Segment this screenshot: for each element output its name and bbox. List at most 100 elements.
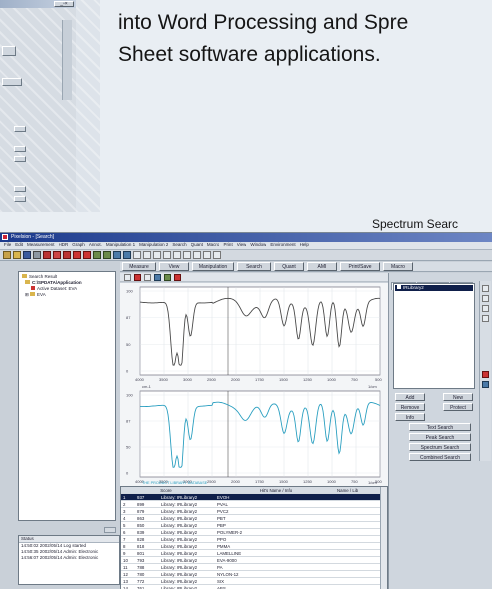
log-scroll-arrow[interactable]: [104, 527, 116, 533]
library-list-item[interactable]: IRLibrary2: [395, 285, 473, 291]
mode-view[interactable]: View: [159, 262, 189, 271]
new-icon[interactable]: [3, 251, 11, 259]
paste-icon[interactable]: [63, 251, 71, 259]
next-icon[interactable]: [203, 251, 211, 259]
bg-field-4[interactable]: [14, 186, 26, 192]
table-row[interactable]: 2 899 Library: IRLibrary2 PVAL: [121, 501, 387, 508]
menu-help[interactable]: Help: [300, 242, 309, 249]
combined-search-button[interactable]: Combined Search: [409, 453, 471, 461]
mode-search[interactable]: Search: [237, 262, 271, 271]
mode-measure[interactable]: Measure: [122, 262, 156, 271]
zoom-out-icon[interactable]: [83, 251, 91, 259]
peak-icon[interactable]: [103, 251, 111, 259]
chart-icon[interactable]: [93, 251, 101, 259]
tool-pointer-icon[interactable]: [482, 285, 489, 292]
table-row[interactable]: 4 863 Library: IRLibrary2 PBT: [121, 515, 387, 522]
layout-icon[interactable]: [164, 274, 171, 281]
col-header-index[interactable]: [121, 487, 135, 493]
bg-field-5[interactable]: [14, 196, 26, 202]
menu-quant[interactable]: Quant: [191, 242, 203, 249]
tool-color-icon[interactable]: [482, 381, 489, 388]
bg-field-1[interactable]: [14, 126, 26, 132]
table-row[interactable]: 9 801 Library: IRLibrary2 LAMELLINE: [121, 550, 387, 557]
range-icon[interactable]: [144, 274, 151, 281]
menu-macro[interactable]: Macro: [207, 242, 220, 249]
menu-search[interactable]: Search: [172, 242, 186, 249]
table-cell: Library: IRLibrary2: [161, 551, 198, 556]
library-list[interactable]: IRLibrary2: [393, 283, 475, 389]
col-header-name[interactable]: Hit's Name / Info: [215, 487, 335, 493]
marker-icon[interactable]: [124, 274, 131, 281]
bg-window-controls[interactable]: _▫×: [54, 1, 74, 7]
open-icon[interactable]: [13, 251, 21, 259]
protect-button[interactable]: Protect: [443, 403, 473, 411]
redo-icon[interactable]: [143, 251, 151, 259]
menu-edit[interactable]: Edit: [15, 242, 23, 249]
bg-field-3[interactable]: [14, 156, 26, 162]
menu-file[interactable]: File: [4, 242, 11, 249]
table-row[interactable]: 7 828 Library: IRLibrary2 PPO: [121, 536, 387, 543]
mode-print-save[interactable]: Print/Save: [340, 262, 380, 271]
menu-annot[interactable]: Annot.: [89, 242, 102, 249]
tool-pan-icon[interactable]: [482, 305, 489, 312]
cut-icon[interactable]: [43, 251, 51, 259]
tree-item-eva[interactable]: ⊞ EVA: [25, 292, 46, 298]
table-row[interactable]: 11 788 Library: IRLibrary2 PA: [121, 564, 387, 571]
previous-icon[interactable]: [193, 251, 201, 259]
table-row[interactable]: 12 780 Library: IRLibrary2 NYLON-12: [121, 571, 387, 578]
table-row[interactable]: 1 937 Library: IRLibrary2 EVOH: [121, 494, 387, 501]
menu-print[interactable]: Print: [223, 242, 232, 249]
zoom-in-icon[interactable]: [73, 251, 81, 259]
results-table[interactable]: Score Hit's Name / Info Name / Lib 1 937 L…: [120, 486, 388, 589]
spectrum-search-button[interactable]: Spectrum Search: [409, 443, 471, 451]
text-search-button[interactable]: Text Search: [409, 423, 471, 431]
menu-measurement[interactable]: Measurement: [27, 242, 55, 249]
tool-label-icon[interactable]: [482, 315, 489, 322]
table-row[interactable]: 10 793 Library: IRLibrary2 EVA-9000: [121, 557, 387, 564]
mode-macro[interactable]: Macro: [383, 262, 413, 271]
menu-window[interactable]: Window: [250, 242, 266, 249]
grid-icon[interactable]: [153, 251, 161, 259]
refresh-icon[interactable]: [213, 251, 221, 259]
mode-manipulation[interactable]: Manipulation: [192, 262, 234, 271]
mode-quant[interactable]: Quant: [274, 262, 304, 271]
spectra-svg[interactable]: 4000 3500 3000 2500 2000 1750 1500 1250 1000 750 5…: [120, 283, 388, 486]
col-header-score[interactable]: Score: [135, 487, 195, 493]
table-row[interactable]: 13 772 Library: IRLibrary2 SIX: [121, 578, 387, 585]
table-row[interactable]: 8 818 Library: IRLibrary2 PMMA: [121, 543, 387, 550]
overlay-icon[interactable]: [123, 251, 131, 259]
color-icon[interactable]: [174, 274, 181, 281]
menu-hdr[interactable]: HDR: [59, 242, 69, 249]
copy-icon[interactable]: [53, 251, 61, 259]
peak-label-icon[interactable]: [134, 274, 141, 281]
scale-icon[interactable]: [173, 251, 181, 259]
save-icon[interactable]: [23, 251, 31, 259]
menu-graph[interactable]: Graph: [72, 242, 85, 249]
tool-zoom-icon[interactable]: [482, 295, 489, 302]
table-row[interactable]: 5 850 Library: IRLibrary2 PBP: [121, 522, 387, 529]
tool-marker-icon[interactable]: [482, 371, 489, 378]
peak-search-button[interactable]: Peak Search: [409, 433, 471, 441]
cursor-icon[interactable]: [163, 251, 171, 259]
table-row[interactable]: 6 839 Library: IRLibrary2 POLYMER-2: [121, 529, 387, 536]
col-header-lib[interactable]: Name / Lib: [335, 487, 375, 493]
fit-icon[interactable]: [183, 251, 191, 259]
new-button[interactable]: New: [443, 393, 473, 401]
table-row[interactable]: 3 879 Library: IRLibrary2 PVC2: [121, 508, 387, 515]
compare-icon[interactable]: [154, 274, 161, 281]
table-row[interactable]: 14 761 Library: IRLibrary2 ABS: [121, 585, 387, 589]
info-button[interactable]: Info: [395, 413, 425, 421]
table-scrollbar[interactable]: [380, 487, 387, 589]
add-button[interactable]: Add: [395, 393, 425, 401]
bg-field-2[interactable]: [14, 146, 26, 152]
print-icon[interactable]: [33, 251, 41, 259]
menu-view[interactable]: View: [237, 242, 247, 249]
mode-ami[interactable]: AMI: [307, 262, 337, 271]
menu-environment[interactable]: Environment: [270, 242, 295, 249]
tree-view[interactable]: Search Result C:\SPDATA\Application Acti…: [18, 271, 116, 521]
undo-icon[interactable]: [133, 251, 141, 259]
baseline-icon[interactable]: [113, 251, 121, 259]
menu-manipulation-1[interactable]: Manipulation 1: [106, 242, 135, 249]
remove-button[interactable]: Remove: [395, 403, 425, 411]
menu-manipulation-2[interactable]: Manipulation 2: [139, 242, 168, 249]
